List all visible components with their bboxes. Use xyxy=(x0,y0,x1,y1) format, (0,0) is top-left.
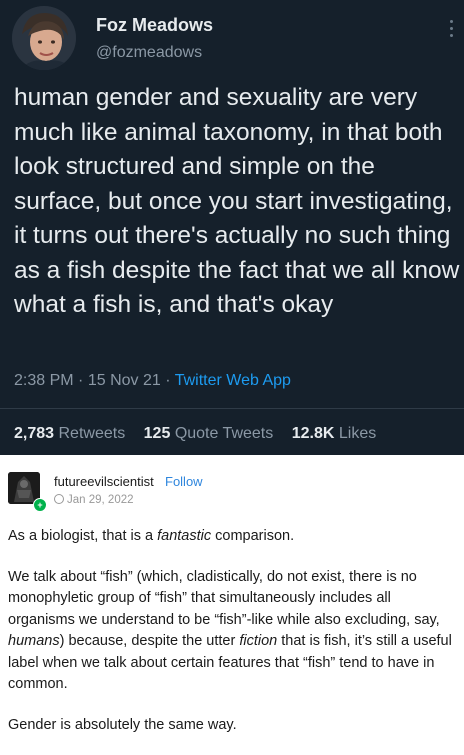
retweets-label: Retweets xyxy=(58,425,126,442)
follow-button[interactable]: Follow xyxy=(165,474,203,489)
tweet-text: human gender and sexuality are very much… xyxy=(14,84,460,318)
post-username[interactable]: futureevilscientist xyxy=(54,474,154,489)
text-run: ) because, despite the utter xyxy=(59,633,240,649)
retweets-count: 2,783 xyxy=(14,425,55,442)
emphasis-text: humans xyxy=(8,633,60,649)
tweet-date[interactable]: 15 Nov 21 xyxy=(88,372,161,389)
quote-count: 125 xyxy=(143,425,171,442)
likes-label: Likes xyxy=(338,425,377,442)
tumblr-post: + futureevilscientist Follow Jan 29, 202… xyxy=(0,455,464,733)
text-run: comparison. xyxy=(211,528,295,544)
post-paragraph: We talk about “fish” (which, cladistical… xyxy=(8,567,458,696)
likes-count: 12.8K xyxy=(291,425,335,442)
meta-separator: · xyxy=(165,372,175,389)
clock-icon xyxy=(54,494,64,504)
verified-badge-icon: + xyxy=(33,498,47,512)
author-handle[interactable]: @fozmeadows xyxy=(96,44,202,62)
divider xyxy=(0,408,464,409)
post-date-text: Jan 29, 2022 xyxy=(67,494,134,506)
post-paragraph: As a biologist, that is a fantastic comp… xyxy=(8,526,458,548)
tweet-card: Foz Meadows @fozmeadows human gender and… xyxy=(0,0,464,455)
emphasis-text: fantastic xyxy=(157,528,212,544)
text-run: As a biologist, that is a xyxy=(8,528,158,544)
avatar-photo-icon xyxy=(12,6,76,70)
tweet-stats: 2,783 Retweets 125 Quote Tweets 12.8K Li… xyxy=(14,425,390,443)
tweet-source-app[interactable]: Twitter Web App xyxy=(175,372,291,389)
post-paragraph: Gender is absolutely the same way. xyxy=(8,716,237,733)
author-avatar[interactable] xyxy=(12,6,76,70)
text-run: We talk about “fish” (which, cladistical… xyxy=(8,568,440,628)
more-options-icon[interactable] xyxy=(450,20,456,41)
meta-separator: · xyxy=(78,372,88,389)
post-date: Jan 29, 2022 xyxy=(54,494,134,506)
likes-stat[interactable]: 12.8K Likes xyxy=(292,425,377,442)
tweet-time[interactable]: 2:38 PM xyxy=(14,372,74,389)
emphasis-text: fiction xyxy=(239,633,278,649)
retweets-stat[interactable]: 2,783 Retweets xyxy=(14,425,125,442)
quote-tweets-stat[interactable]: 125 Quote Tweets xyxy=(144,425,274,442)
quote-label: Quote Tweets xyxy=(174,425,274,442)
tweet-meta: 2:38 PM · 15 Nov 21 · Twitter Web App xyxy=(14,372,291,390)
author-name[interactable]: Foz Meadows xyxy=(96,15,213,36)
post-body: As a biologist, that is a fantastic comp… xyxy=(8,526,458,755)
